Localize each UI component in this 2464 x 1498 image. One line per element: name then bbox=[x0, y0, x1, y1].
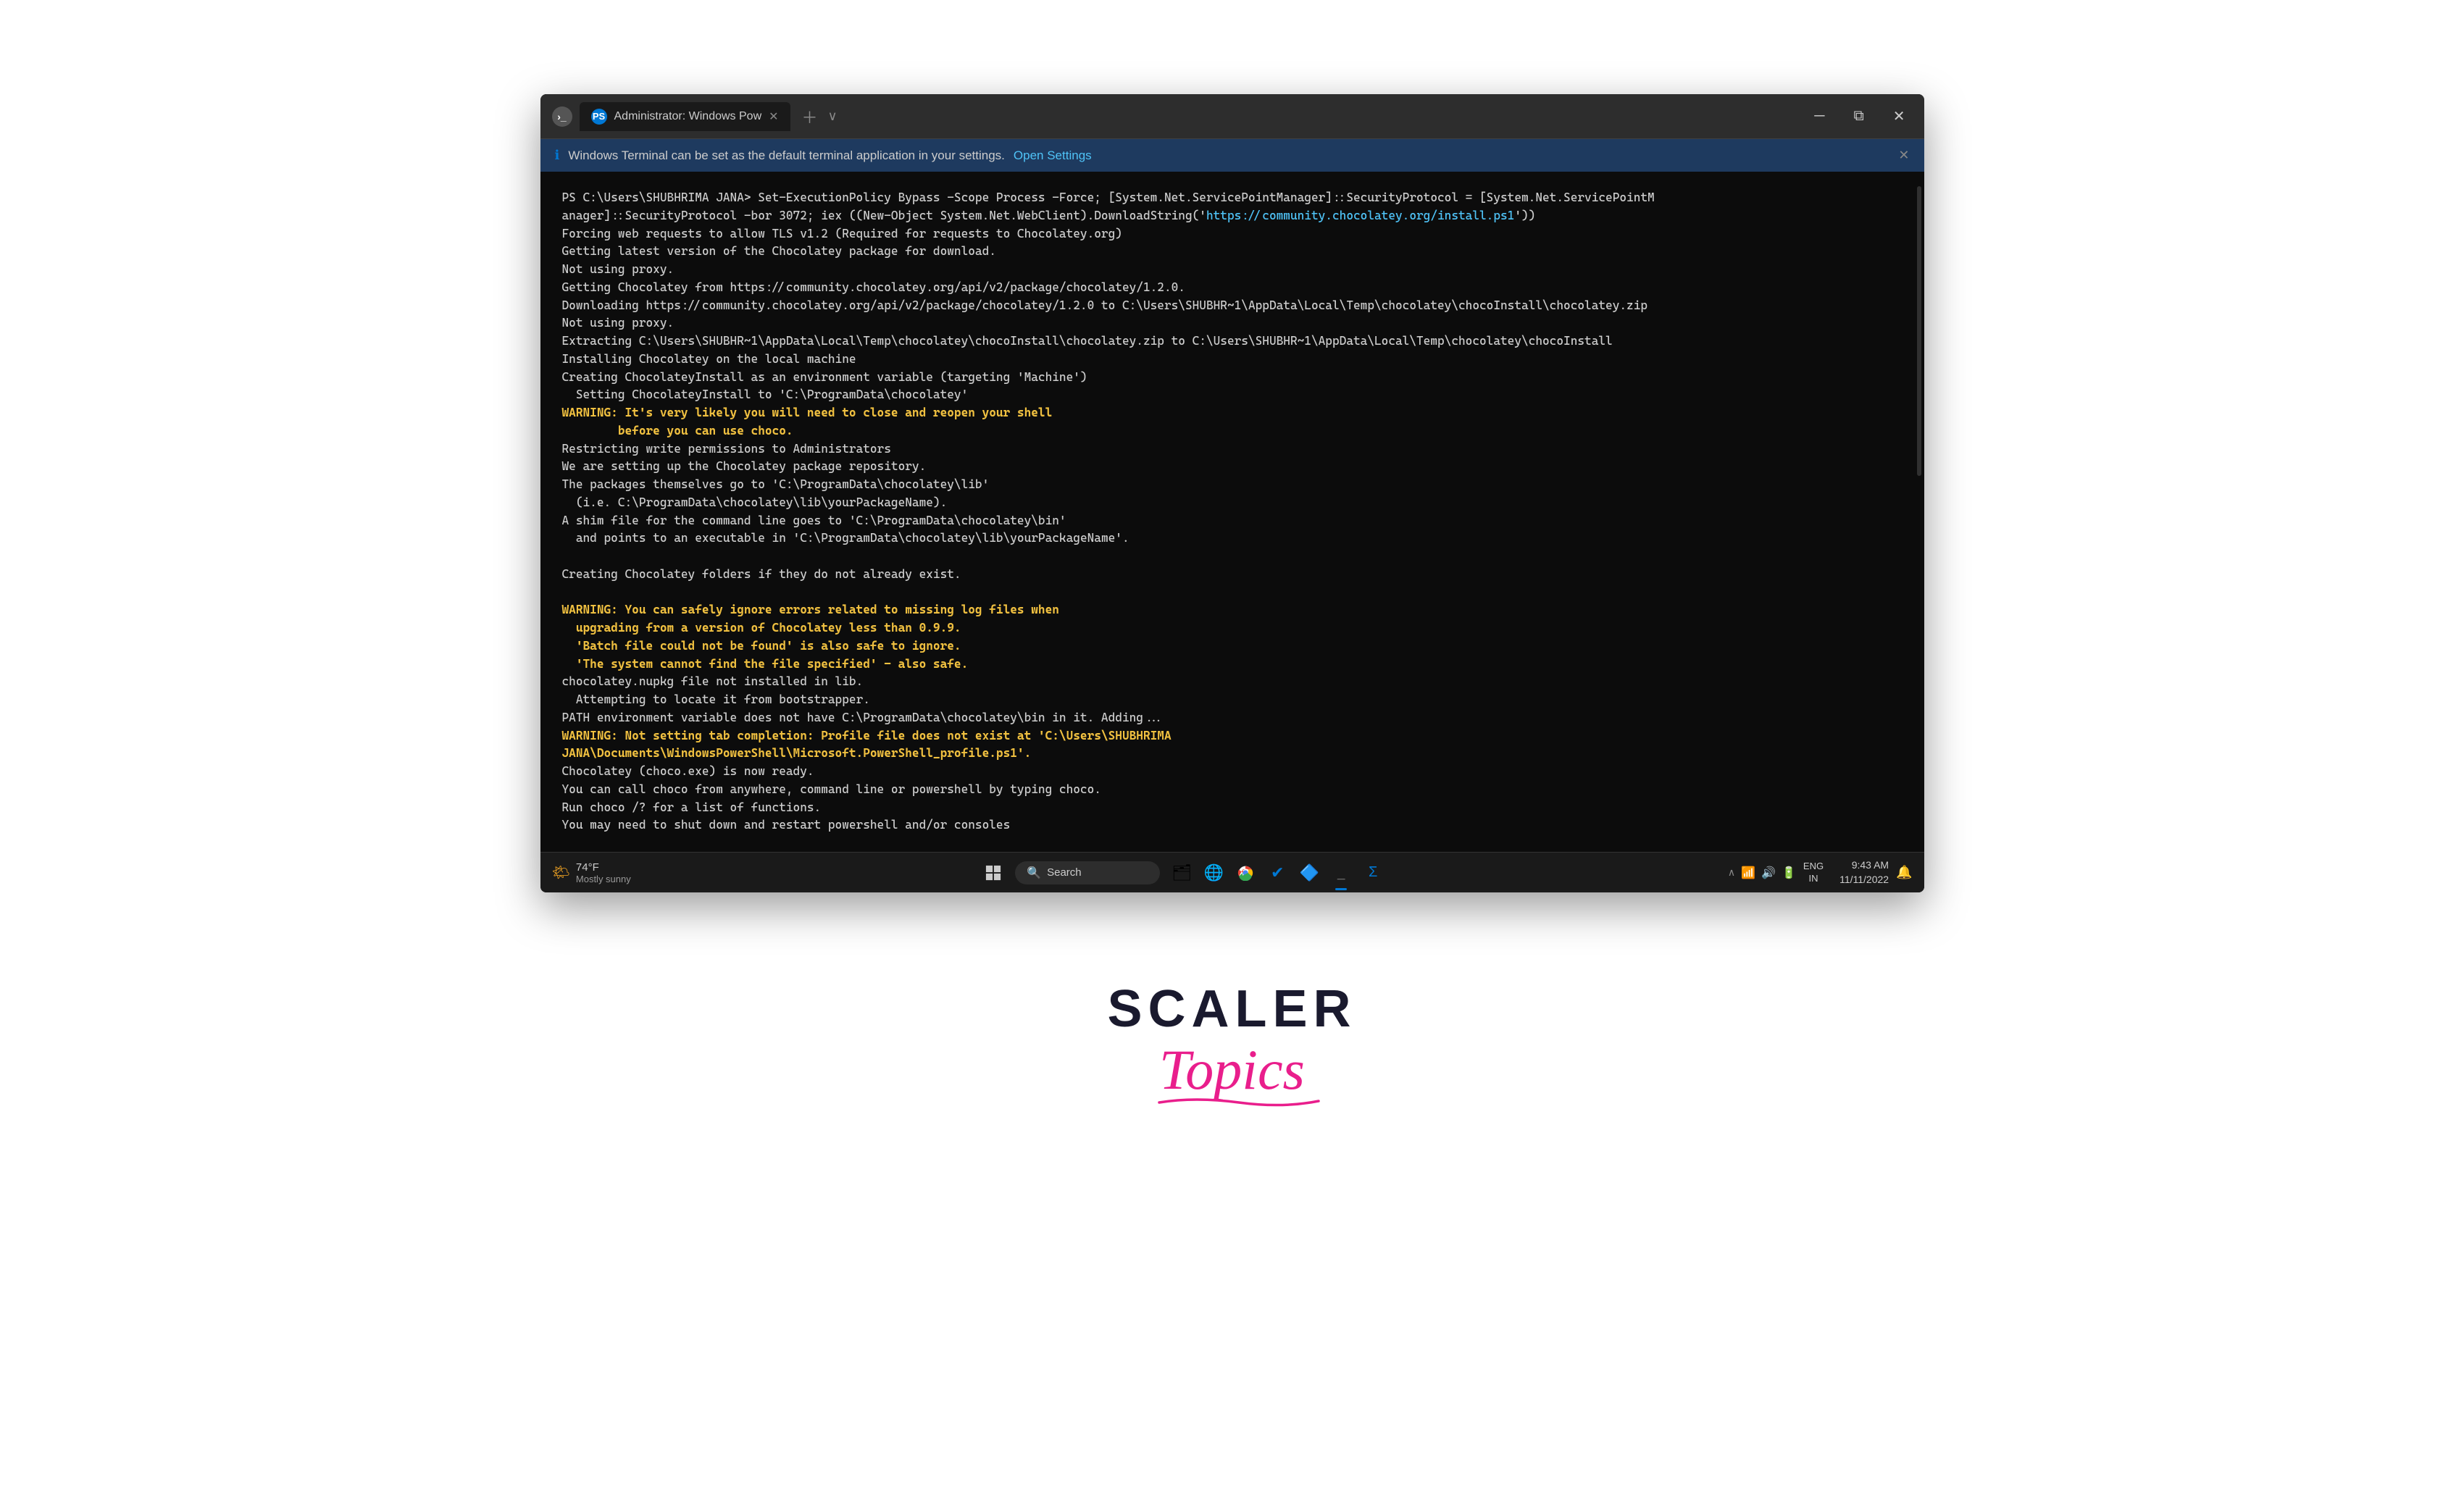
terminal-line: Not using proxy. bbox=[562, 261, 1903, 279]
terminal-line: Chocolatey (choco.exe) is now ready. bbox=[562, 763, 1903, 781]
terminal-line: Getting latest version of the Chocolatey… bbox=[562, 243, 1903, 261]
terminal-line: anager]::SecurityProtocol -bor 3072; iex… bbox=[562, 207, 1903, 225]
tray-wifi: 📶 bbox=[1741, 866, 1755, 880]
close-button[interactable]: ✕ bbox=[1886, 104, 1913, 128]
tray-volume[interactable]: 🔊 bbox=[1761, 866, 1776, 880]
tray-chevron[interactable]: ∧ bbox=[1728, 866, 1735, 879]
terminal-line: Run choco /? for a list of functions. bbox=[562, 799, 1903, 817]
terminal-line: Creating ChocolateyInstall as an environ… bbox=[562, 369, 1903, 387]
tab-close-button[interactable]: ✕ bbox=[769, 109, 778, 124]
restore-button[interactable]: ⧉ bbox=[1846, 105, 1871, 127]
open-settings-link[interactable]: Open Settings bbox=[1014, 148, 1092, 163]
page-wrapper: ›_ PS Administrator: Windows Pow ✕ ＋ ∨ ─… bbox=[0, 0, 2464, 1498]
tab-dropdown-button[interactable]: ∨ bbox=[824, 109, 842, 124]
terminal-line: WARNING: Not setting tab completion: Pro… bbox=[562, 727, 1903, 745]
terminal-line: Installing Chocolatey on the local machi… bbox=[562, 351, 1903, 369]
terminal-line bbox=[562, 584, 1903, 602]
clock-date: 11/11/2022 bbox=[1831, 873, 1889, 887]
edge-button[interactable]: 🌐 bbox=[1200, 860, 1227, 886]
new-tab-button[interactable]: ＋ bbox=[796, 105, 824, 128]
powershell-button[interactable]: Σ bbox=[1360, 860, 1386, 886]
clock[interactable]: 9:43 AM 11/11/2022 bbox=[1831, 858, 1889, 887]
weather-icon: 🌤 bbox=[552, 863, 570, 882]
terminal-line: PATH environment variable does not have … bbox=[562, 709, 1903, 727]
chrome-button[interactable] bbox=[1232, 860, 1258, 886]
weather-desc: Mostly sunny bbox=[576, 874, 631, 884]
file-explorer-button[interactable]: 🗂 bbox=[1169, 860, 1195, 886]
terminal-line: and points to an executable in 'C:\Progr… bbox=[562, 530, 1903, 548]
terminal-line: Attempting to locate it from bootstrappe… bbox=[562, 691, 1903, 709]
terminal-line: Forcing web requests to allow TLS v1.2 (… bbox=[562, 225, 1903, 243]
notification-bell[interactable]: 🔔 bbox=[1896, 865, 1912, 880]
taskbar-center: 🔍 Search 🗂 🌐 bbox=[646, 860, 1721, 886]
brand-underline bbox=[1152, 1095, 1326, 1108]
title-bar: ›_ PS Administrator: Windows Pow ✕ ＋ ∨ ─… bbox=[540, 94, 1924, 139]
terminal-line: JANA\Documents\WindowsPowerShell\Microso… bbox=[562, 745, 1903, 763]
terminal-line: We are setting up the Chocolatey package… bbox=[562, 458, 1903, 476]
terminal-window: ›_ PS Administrator: Windows Pow ✕ ＋ ∨ ─… bbox=[540, 94, 1924, 892]
terminal-line: Downloading https://community.chocolatey… bbox=[562, 297, 1903, 315]
todo-button[interactable]: ✔ bbox=[1264, 860, 1290, 886]
branding-section: SCALER Topics bbox=[1107, 979, 1356, 1101]
search-box[interactable]: 🔍 Search bbox=[1015, 861, 1160, 884]
window-controls: ─ ⧉ ✕ bbox=[1807, 104, 1912, 128]
brand-topics: Topics bbox=[1159, 1039, 1305, 1101]
app5-button[interactable]: 🔷 bbox=[1296, 860, 1322, 886]
terminal-button[interactable]: _ bbox=[1328, 860, 1354, 886]
terminal-content[interactable]: PS C:\Users\SHUBHRIMA JANA> Set-Executio… bbox=[540, 172, 1924, 852]
terminal-line: Not using proxy. bbox=[562, 314, 1903, 332]
scrollbar[interactable] bbox=[1917, 186, 1921, 476]
start-button[interactable] bbox=[980, 860, 1006, 886]
active-tab[interactable]: PS Administrator: Windows Pow ✕ bbox=[580, 102, 790, 131]
terminal-line bbox=[562, 548, 1903, 566]
terminal-line: upgrading from a version of Chocolatey l… bbox=[562, 619, 1903, 637]
language-indicator: ENG IN bbox=[1803, 861, 1824, 885]
weather-info: 74°F Mostly sunny bbox=[576, 861, 631, 884]
system-tray: ∧ 📶 🔊 🔋 ENG IN 9:43 AM 11/11/2022 🔔 bbox=[1728, 858, 1913, 887]
terminal-icon: ›_ bbox=[552, 106, 572, 127]
terminal-line: 'Batch file could not be found' is also … bbox=[562, 637, 1903, 656]
terminal-line: 'The system cannot find the file specifi… bbox=[562, 656, 1903, 674]
terminal-line: You may need to shut down and restart po… bbox=[562, 816, 1903, 834]
minimize-button[interactable]: ─ bbox=[1807, 105, 1832, 127]
tab-title: Administrator: Windows Pow bbox=[614, 110, 762, 123]
terminal-line: Getting Chocolatey from https://communit… bbox=[562, 279, 1903, 297]
terminal-line: A shim file for the command line goes to… bbox=[562, 512, 1903, 530]
terminal-line: The packages themselves go to 'C:\Progra… bbox=[562, 476, 1903, 494]
notification-close-button[interactable]: ✕ bbox=[1898, 148, 1909, 163]
terminal-line: chocolatey.nupkg file not installed in l… bbox=[562, 673, 1903, 691]
terminal-line: WARNING: It's very likely you will need … bbox=[562, 404, 1903, 422]
terminal-line: Restricting write permissions to Adminis… bbox=[562, 440, 1903, 459]
brand-scaler: SCALER bbox=[1107, 979, 1356, 1039]
taskbar-apps: 🗂 🌐 ✔ 🔷 bbox=[1169, 860, 1386, 886]
terminal-line: PS C:\Users\SHUBHRIMA JANA> Set-Executio… bbox=[562, 189, 1903, 207]
terminal-line: You can call choco from anywhere, comman… bbox=[562, 781, 1903, 799]
terminal-line: Setting ChocolateyInstall to 'C:\Program… bbox=[562, 386, 1903, 404]
taskbar: 🌤 74°F Mostly sunny bbox=[540, 852, 1924, 892]
lang-region: IN bbox=[1803, 873, 1824, 885]
search-icon: 🔍 bbox=[1027, 866, 1041, 880]
terminal-line: WARNING: You can safely ignore errors re… bbox=[562, 601, 1903, 619]
terminal-line: (i.e. C:\ProgramData\chocolatey\lib\your… bbox=[562, 494, 1903, 512]
notification-text: Windows Terminal can be set as the defau… bbox=[568, 148, 1005, 163]
tab-ps-icon: PS bbox=[591, 109, 607, 125]
weather-widget[interactable]: 🌤 74°F Mostly sunny bbox=[552, 861, 639, 884]
terminal-line: before you can use choco. bbox=[562, 422, 1903, 440]
terminal-line: Creating Chocolatey folders if they do n… bbox=[562, 566, 1903, 584]
title-tabs: ›_ PS Administrator: Windows Pow ✕ ＋ ∨ bbox=[552, 102, 1808, 131]
clock-time: 9:43 AM bbox=[1831, 858, 1889, 873]
search-label: Search bbox=[1047, 866, 1082, 879]
terminal-line: Extracting C:\Users\SHUBHR~1\AppData\Loc… bbox=[562, 332, 1903, 351]
notification-bar: ℹ Windows Terminal can be set as the def… bbox=[540, 139, 1924, 172]
lang-code: ENG bbox=[1803, 861, 1824, 873]
weather-temp: 74°F bbox=[576, 861, 631, 874]
brand-topics-wrapper: Topics bbox=[1159, 1039, 1305, 1101]
tray-power: 🔋 bbox=[1782, 866, 1796, 880]
notification-icon: ℹ bbox=[555, 148, 560, 163]
tray-icons: ∧ 📶 🔊 🔋 bbox=[1728, 866, 1796, 880]
